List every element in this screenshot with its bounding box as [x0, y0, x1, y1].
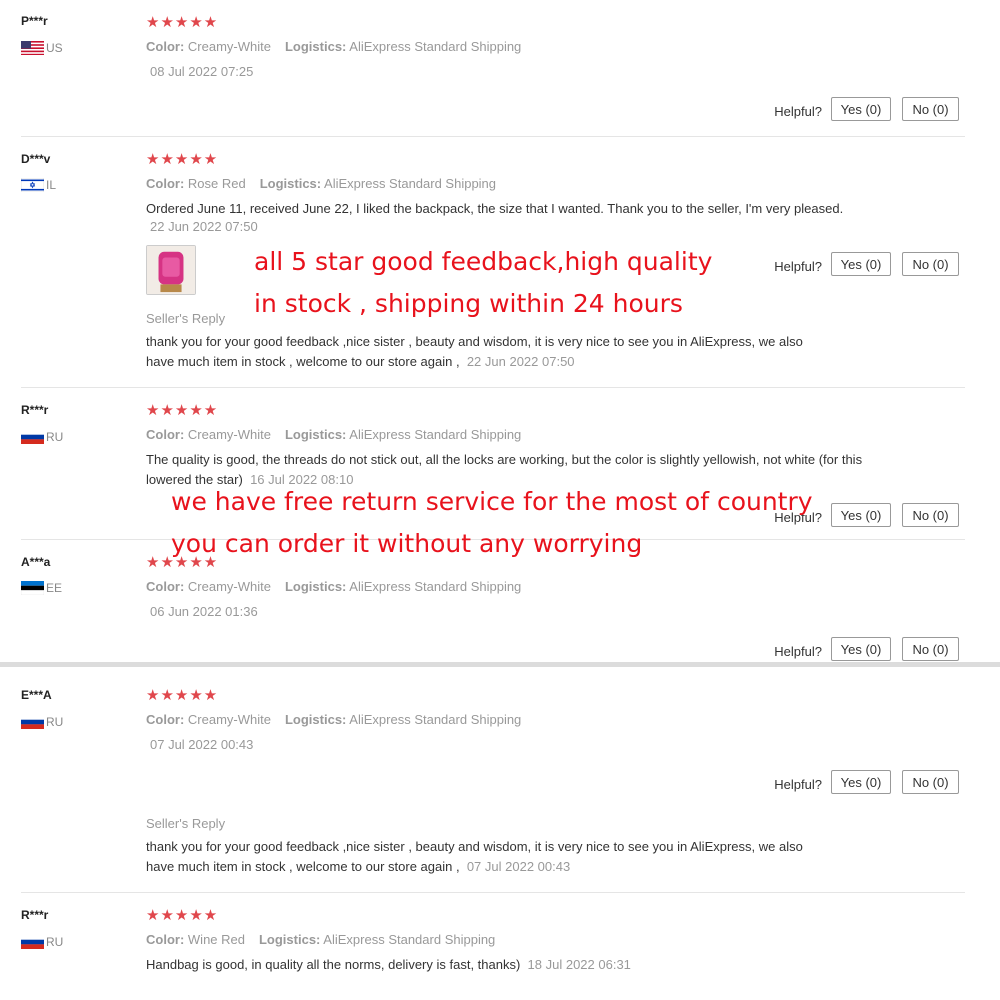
star-rating: ★★★★★ — [146, 687, 219, 704]
review-text: Handbag is good, in quality all the norm… — [146, 957, 631, 972]
star-rating: ★★★★★ — [146, 151, 219, 168]
promo-overlay-text: in stock , shipping within 24 hours — [254, 289, 683, 318]
helpful-no-button[interactable]: No (0) — [902, 770, 959, 794]
reviewer-name: P***r — [21, 14, 48, 28]
review-attributes: Color: Creamy-White Logistics: AliExpress… — [146, 712, 522, 727]
helpful-yes-button[interactable]: Yes (0) — [831, 503, 891, 527]
us-flag-icon — [21, 41, 44, 55]
divider — [21, 892, 965, 893]
country-code: RU — [46, 935, 64, 949]
review-photo-thumbnail[interactable] — [146, 245, 196, 295]
review-date: 22 Jun 2022 07:50 — [150, 219, 258, 234]
reviewer-name: A***a — [21, 555, 51, 569]
review-attributes: Color: Wine Red Logistics: AliExpress Sta… — [146, 932, 496, 947]
helpful-no-button[interactable]: No (0) — [902, 503, 959, 527]
ru-flag-icon — [21, 715, 44, 729]
ee-flag-icon — [21, 581, 44, 595]
helpful-label: Helpful? — [774, 644, 822, 659]
promo-overlay-text: we have free return service for the most… — [171, 487, 813, 516]
helpful-yes-button[interactable]: Yes (0) — [831, 97, 891, 121]
helpful-label: Helpful? — [774, 777, 822, 792]
ru-flag-icon — [21, 430, 44, 444]
review-attributes: Color: Rose Red Logistics: AliExpress Sta… — [146, 176, 497, 191]
seller-reply-text: thank you for your good feedback ,nice s… — [146, 334, 803, 369]
il-flag-icon — [21, 178, 44, 192]
helpful-label: Helpful? — [774, 104, 822, 119]
helpful-no-button[interactable]: No (0) — [902, 252, 959, 276]
review-date: 08 Jul 2022 07:25 — [150, 64, 254, 79]
country-code: RU — [46, 430, 64, 444]
divider — [21, 136, 965, 137]
country-code: EE — [46, 581, 63, 595]
review-attributes: Color: Creamy-White Logistics: AliExpress… — [146, 427, 522, 442]
country-code: IL — [46, 178, 57, 192]
helpful-yes-button[interactable]: Yes (0) — [831, 637, 891, 661]
star-rating: ★★★★★ — [146, 402, 219, 419]
review-attributes: Color: Creamy-White Logistics: AliExpress… — [146, 39, 522, 54]
helpful-yes-button[interactable]: Yes (0) — [831, 770, 891, 794]
reviewer-name: R***r — [21, 908, 49, 922]
seller-reply-label: Seller's Reply — [146, 816, 226, 831]
review-attributes: Color: Creamy-White Logistics: AliExpress… — [146, 579, 522, 594]
star-rating: ★★★★★ — [146, 14, 219, 31]
helpful-no-button[interactable]: No (0) — [902, 97, 959, 121]
star-rating: ★★★★★ — [146, 907, 219, 924]
reviewer-name: D***v — [21, 152, 51, 166]
promo-overlay-text: all 5 star good feedback,high quality — [254, 247, 713, 276]
seller-reply-text: thank you for your good feedback ,nice s… — [146, 839, 803, 874]
screenshot-seam — [0, 662, 1000, 667]
seller-reply-label: Seller's Reply — [146, 311, 226, 326]
country-code: US — [46, 41, 63, 55]
helpful-label: Helpful? — [774, 259, 822, 274]
reviewer-name: R***r — [21, 403, 49, 417]
ru-flag-icon — [21, 935, 44, 949]
country-code: RU — [46, 715, 64, 729]
review-date: 07 Jul 2022 00:43 — [150, 737, 254, 752]
divider — [21, 387, 965, 388]
helpful-yes-button[interactable]: Yes (0) — [831, 252, 891, 276]
helpful-no-button[interactable]: No (0) — [902, 637, 959, 661]
reviewer-name: E***A — [21, 688, 52, 702]
promo-overlay-text: you can order it without any worrying — [171, 529, 643, 558]
review-text: Ordered June 11, received June 22, I lik… — [146, 201, 844, 216]
review-date: 06 Jun 2022 01:36 — [150, 604, 258, 619]
